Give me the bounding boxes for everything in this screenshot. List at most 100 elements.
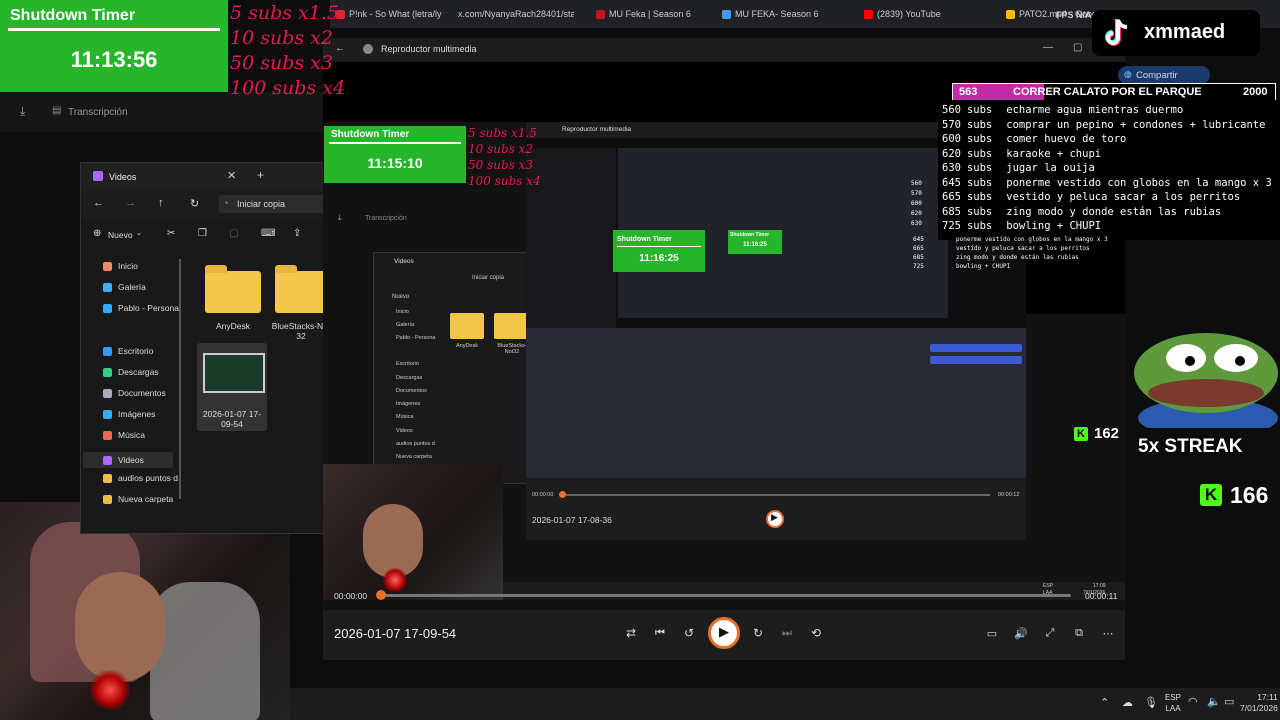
sidebar-item[interactable]: Escritorio (103, 346, 153, 356)
sidebar-item[interactable]: Imágenes (103, 409, 155, 419)
new-icon[interactable]: ⊕ (93, 228, 101, 239)
chevron-up-icon[interactable]: ⌃ (1100, 696, 1109, 709)
media-player-icon (363, 44, 373, 54)
sidebar-item-label: Videos (118, 455, 144, 465)
next-icon[interactable]: ⏭ (779, 625, 795, 641)
forward-30-icon[interactable]: ↻ (750, 625, 766, 641)
browser-tab[interactable]: MU Feka | Season 6 (596, 6, 716, 22)
inner-sidebar-item: audios puntos d (396, 441, 435, 447)
obs-record-button (930, 356, 1022, 364)
inner-seek-bar[interactable] (562, 494, 990, 496)
inner-subs-count: 620 (911, 210, 922, 217)
new-tab-icon[interactable]: + (257, 168, 264, 182)
file-label-anydesk: AnyDesk (215, 321, 250, 331)
inner-new-label: Nuevo (392, 294, 410, 300)
mic-icon: 🎙 (1144, 697, 1158, 709)
folder-icon (103, 494, 112, 504)
rewind-10-icon[interactable]: ↺ (681, 625, 697, 641)
mini-player-icon[interactable]: ⧉ (1071, 625, 1087, 641)
inner-sidebar-item: Música (396, 414, 414, 420)
seek-thumb[interactable] (376, 590, 386, 600)
volume-icon[interactable]: 🔊 (1013, 625, 1029, 641)
inner-subs-text: zing modo y donde están las rubias (956, 254, 1079, 261)
refresh-icon[interactable]: ↻ (190, 197, 199, 210)
multiplier-label: 5 subs x1.5 (230, 2, 339, 24)
up-arrow-icon[interactable]: ↑ (158, 197, 164, 209)
previous-icon[interactable]: ⏮ (652, 625, 668, 641)
paste-icon[interactable]: ▢ (229, 228, 238, 239)
download-icon[interactable]: ⤓ (20, 104, 25, 119)
sidebar-scrollbar[interactable] (179, 259, 181, 499)
sidebar-item[interactable]: Nueva carpeta (103, 494, 173, 504)
folder-icon (103, 473, 112, 483)
cloud-icon: ☁ (1122, 697, 1133, 709)
selected-file-tile[interactable]: 2026-01-07 17-09-54 (197, 343, 267, 431)
sidebar-item[interactable]: audios puntos d (103, 473, 178, 483)
inner-filename: 2026-01-07 17-08-36 (532, 515, 612, 525)
seek-bar[interactable] (381, 594, 1071, 597)
browser-tab[interactable]: P!nk - So What (letra/ly (336, 6, 456, 22)
sidebar-item[interactable]: Inicio (103, 261, 138, 271)
inner-webcam (323, 464, 503, 600)
subtitles-icon[interactable]: ▭ (984, 625, 1000, 641)
lang-bottom: LAA (1165, 704, 1181, 713)
cut-icon[interactable]: ✂ (167, 228, 175, 239)
sidebar-item[interactable]: Documentos (103, 388, 166, 398)
inner-explorer: Videos Iniciar copia Nuevo Inicio Galería… (373, 252, 535, 484)
kick-logo-icon: K (1074, 427, 1088, 441)
close-icon[interactable]: ✕ (227, 169, 236, 182)
transcription-label[interactable]: Transcripción (68, 107, 128, 118)
sidebar-item[interactable]: Descargas (103, 367, 159, 377)
subs-reward-row: 560 subs echarme agua mientras duermo (942, 104, 1183, 116)
clock[interactable]: 17:11 7/01/2026 (1240, 692, 1278, 714)
inner-subs-count: 570 (911, 190, 922, 197)
folder-anydesk-icon[interactable] (205, 265, 261, 313)
browser-tab-label: MU FEKA- Season 6 (735, 9, 819, 19)
music-icon (103, 430, 112, 440)
inner-subs-text: vestido y peluca sacar a los perritos (956, 245, 1090, 252)
minimize-icon[interactable]: — (1043, 42, 1053, 53)
sidebar-item[interactable]: Música (103, 430, 145, 440)
forward-arrow-icon[interactable]: → (125, 197, 136, 209)
subs-reward-text: jugar la ouija (1006, 162, 1095, 174)
subs-count: 630 (942, 162, 961, 174)
subs-reward-row: 685 subs zing modo y donde están las rubia… (942, 206, 1221, 218)
rename-icon[interactable]: ⌨ (261, 228, 275, 239)
repeat-off-icon[interactable]: ⟲ (808, 625, 824, 641)
multiplier-label: 100 subs x4 (468, 174, 541, 188)
share-icon[interactable]: ⇪ (293, 228, 301, 239)
inner-seek-thumb[interactable] (559, 491, 566, 498)
sidebar-item[interactable]: Galería (103, 282, 146, 292)
back-arrow-icon[interactable]: ← (335, 43, 345, 54)
more-options-icon[interactable]: ⋯ (1100, 625, 1116, 641)
copy-icon[interactable]: ❐ (198, 228, 207, 239)
browser-tab[interactable]: MU FEKA- Season 6 (722, 6, 842, 22)
chevron-down-icon[interactable]: ⌄ (136, 229, 142, 237)
multiplier-label: 10 subs x2 (468, 142, 534, 156)
new-button[interactable]: Nuevo (108, 230, 133, 240)
file-label-bluestacks: BlueStacks-Not32 (271, 321, 331, 341)
back-arrow-icon[interactable]: ← (93, 197, 104, 209)
clock-date: 7/01/2026 (1240, 703, 1278, 713)
shuffle-icon[interactable]: ⇄ (623, 625, 639, 641)
inner-lang-top: ESP (1043, 583, 1054, 589)
inner-subs-count: 685 (913, 254, 924, 261)
maximize-icon[interactable]: ▢ (1073, 42, 1082, 53)
browser-tab[interactable]: (2839) YouTube (864, 6, 984, 22)
address-bar[interactable]: ◔ Iniciar copia (219, 195, 331, 213)
volume-icon: 🔈 (1207, 696, 1221, 708)
timer-time: 11:13:56 (70, 47, 158, 72)
multiplier-label: 50 subs x3 (468, 158, 534, 172)
filename-label: 2026-01-07 17-09-54 (334, 626, 457, 641)
subs-reward-text: ponerme vestido con globos en la mango x… (1006, 176, 1272, 189)
share-button[interactable]: ◍ Compartir (1118, 66, 1210, 84)
sidebar-item[interactable]: Videos (83, 452, 173, 468)
sidebar-item[interactable]: Pablo - Persona (103, 303, 179, 313)
language-indicator[interactable]: ESP LAA (1165, 692, 1181, 714)
pepe-emote (1128, 318, 1278, 438)
browser-tab[interactable]: x.com/NyanyaRach28401/stat (454, 6, 574, 22)
taskbar: ⌃ ☁ 🎙 ESP LAA ◠ 🔈 ▭ 17:11 7/01/2026 (290, 688, 1280, 720)
youtube-icon (864, 9, 873, 19)
fullscreen-icon[interactable]: ⤢ (1042, 625, 1058, 641)
inner-subs-count: 725 (913, 263, 924, 270)
